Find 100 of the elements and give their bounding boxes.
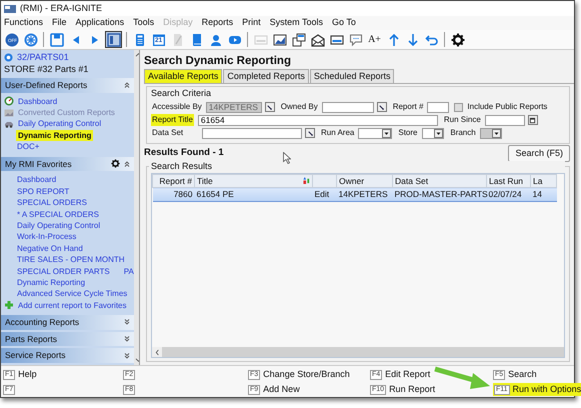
input-field[interactable] bbox=[427, 102, 450, 112]
envelope-icon bbox=[310, 32, 324, 46]
lookup-button[interactable] bbox=[305, 128, 315, 138]
sidebar-link[interactable]: Dashboard bbox=[4, 174, 56, 186]
speech-bubble-icon bbox=[348, 32, 362, 46]
sidebar-link[interactable]: * A SPECIAL ORDERS bbox=[4, 208, 99, 220]
sidebar-link[interactable]: Daily Operating Control bbox=[18, 118, 102, 130]
vehicle-icon bbox=[4, 119, 14, 130]
section-header[interactable]: Service Reports bbox=[1, 348, 134, 364]
sidebar-link[interactable]: SPO REPORT bbox=[4, 186, 70, 198]
tab[interactable]: Scheduled Reports bbox=[310, 69, 394, 83]
input-field[interactable] bbox=[202, 128, 302, 138]
menu-item[interactable]: Go To bbox=[332, 16, 356, 30]
checkbox-label: Include Public Reports bbox=[466, 101, 548, 113]
column-header[interactable]: Last Run bbox=[486, 174, 530, 188]
tab[interactable]: Completed Reports bbox=[223, 69, 309, 83]
sidebar-link[interactable]: Negative On Hand bbox=[4, 242, 83, 254]
store-code[interactable]: 32/PARTS01 bbox=[17, 51, 69, 63]
input-field[interactable] bbox=[322, 102, 374, 112]
shortcut-label[interactable]: Edit Report bbox=[385, 368, 430, 382]
mouse-pointer-icon bbox=[283, 152, 291, 164]
shortcut-label[interactable]: Run with Options bbox=[512, 382, 581, 396]
date-field[interactable] bbox=[484, 114, 525, 126]
sidebar-link[interactable]: SPECIAL ORDER PARTS bbox=[4, 266, 110, 277]
toolbar-button[interactable] bbox=[290, 31, 307, 48]
column-header[interactable]: La bbox=[530, 174, 556, 188]
tab[interactable]: Available Reports bbox=[144, 69, 222, 83]
section-header[interactable]: User-Defined Reports bbox=[1, 78, 134, 93]
settings-icon bbox=[450, 32, 464, 46]
sort-icon bbox=[303, 176, 310, 186]
field-label: Accessible By bbox=[151, 101, 203, 113]
section-header[interactable]: Parts Reports bbox=[1, 332, 134, 346]
section-header[interactable]: My RMI Favorites bbox=[1, 156, 134, 172]
lookup-button[interactable] bbox=[264, 102, 275, 112]
expand-icon bbox=[124, 352, 130, 359]
menu-item[interactable]: Applications bbox=[76, 16, 124, 30]
shortcut-label[interactable]: Help bbox=[18, 368, 37, 382]
field-label: Store bbox=[397, 127, 418, 139]
calendar-button[interactable] bbox=[528, 115, 538, 125]
settings-icon bbox=[110, 159, 120, 168]
card-icon bbox=[254, 32, 268, 46]
menu-item[interactable]: Tools bbox=[133, 16, 154, 30]
caret-icon bbox=[382, 128, 392, 138]
sidebar-link[interactable]: DOC+ bbox=[4, 141, 40, 153]
picture-icon bbox=[4, 108, 14, 118]
menu-item[interactable]: Reports bbox=[202, 16, 234, 30]
save-icon bbox=[50, 32, 64, 46]
column-header[interactable]: Data Set bbox=[392, 174, 486, 188]
column-header[interactable]: Report # bbox=[152, 174, 194, 188]
dropdown[interactable] bbox=[358, 128, 392, 138]
sidebar-link[interactable]: Dynamic Reporting bbox=[16, 130, 94, 142]
chart-icon bbox=[272, 32, 286, 46]
lookup-button[interactable] bbox=[376, 102, 387, 112]
expand-icon bbox=[124, 336, 130, 342]
search-button[interactable]: Search (F5) bbox=[508, 145, 570, 162]
field-label: Data Set bbox=[151, 127, 184, 139]
sidebar-link[interactable]: SPECIAL ORDERS bbox=[4, 197, 87, 208]
menu-item[interactable]: Functions bbox=[4, 16, 44, 30]
horizontal-scrollbar[interactable] bbox=[152, 347, 564, 357]
plus-icon bbox=[4, 300, 14, 310]
menu-item[interactable]: File bbox=[52, 16, 67, 30]
store-icon bbox=[4, 52, 13, 62]
field-label: Run Area bbox=[320, 127, 356, 139]
dropdown[interactable] bbox=[422, 128, 444, 138]
sidebar-link[interactable]: Daily Operating Control bbox=[4, 220, 100, 232]
field-label: Report Title bbox=[151, 114, 194, 126]
table-row[interactable]: 7860 61654 PE Edit 14KPETERS PROD-MASTER-PARTS02/07/24 14 bbox=[152, 188, 556, 202]
results-count: Results Found - 1 bbox=[144, 146, 224, 160]
section-header[interactable]: Accounting Reports bbox=[1, 315, 134, 330]
table-cell: 7860 bbox=[152, 188, 194, 202]
sidebar-link[interactable]: Dashboard bbox=[18, 96, 58, 108]
input-field[interactable]: 61654 bbox=[198, 114, 438, 126]
shortcut-label[interactable]: Run Report bbox=[389, 382, 436, 396]
down-arrow-icon bbox=[406, 32, 420, 46]
collapse-icon bbox=[124, 82, 130, 88]
person-icon bbox=[208, 32, 222, 46]
lookup-icon bbox=[306, 130, 314, 136]
column-header[interactable]: Owner bbox=[336, 174, 392, 188]
sidebar-link[interactable]: Advanced Service Cycle Times bbox=[4, 288, 128, 300]
sidebar-link[interactable]: Dynamic Reporting bbox=[4, 276, 86, 288]
power-icon bbox=[4, 32, 18, 46]
toolbar-button[interactable] bbox=[105, 31, 122, 48]
sidebar-link[interactable]: Add current report to Favorites bbox=[18, 300, 126, 312]
menu-item[interactable]: Print bbox=[242, 16, 261, 30]
field-label: Branch bbox=[449, 127, 477, 139]
table-cell: 61654 PE bbox=[194, 188, 312, 202]
sidebar-link[interactable]: Work-In-Process bbox=[4, 231, 76, 243]
field-label: Report # bbox=[392, 101, 424, 113]
table-cell: 14KPETERS bbox=[336, 188, 392, 202]
caret-icon bbox=[492, 128, 502, 138]
sidebar-link[interactable]: TIRE SALES - OPEN MONTH bbox=[4, 254, 125, 266]
table-cell: PROD-MASTER-PARTS bbox=[392, 188, 486, 202]
field-label: Run Since bbox=[442, 114, 482, 126]
toolbar-button[interactable] bbox=[449, 31, 466, 48]
group-title: Search Criteria bbox=[149, 88, 214, 99]
shortcut-label[interactable]: Change Store/Branch bbox=[263, 368, 350, 382]
sidebar-link[interactable]: PA bbox=[124, 266, 134, 277]
shortcut-label[interactable]: Search bbox=[508, 368, 537, 382]
menu-item[interactable]: System Tools bbox=[270, 16, 323, 30]
shortcut-label[interactable]: Add New bbox=[263, 382, 300, 396]
